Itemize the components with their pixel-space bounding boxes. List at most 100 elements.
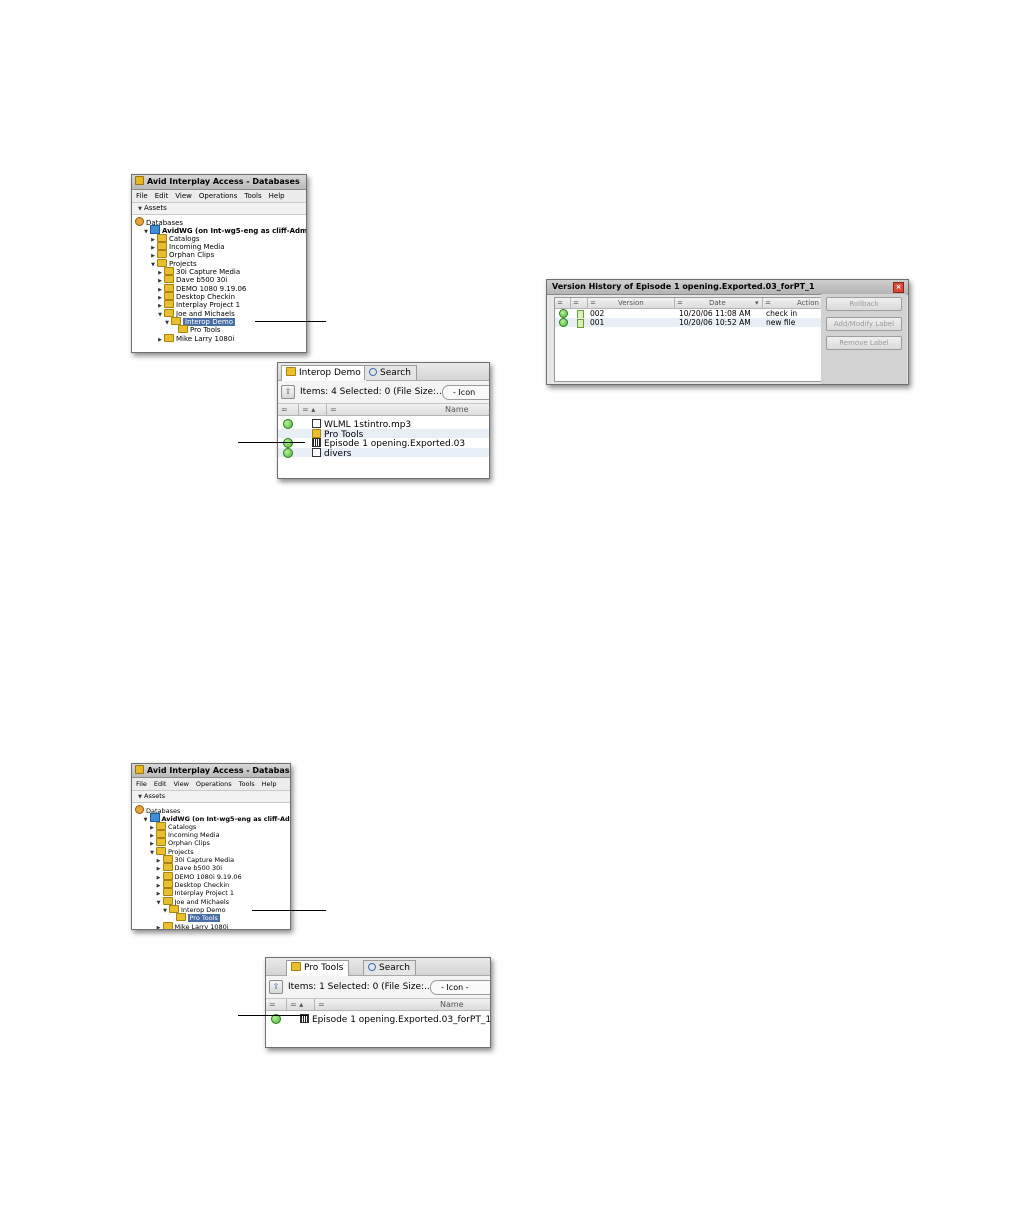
asset-list: Episode 1 opening.Exported.03_forPT_1 [266,1011,490,1025]
asset-row[interactable]: WLML 1stintro.mp3 [278,419,489,430]
menu-operations[interactable]: Operations [196,780,232,788]
databases-window-2: Avid Interplay Access - Databases File Ed… [131,763,291,930]
status-column-header[interactable]: = [555,298,571,308]
menu-view[interactable]: View [175,192,192,200]
asset-name: divers [324,448,352,459]
app-icon [135,176,144,185]
tree-node[interactable]: ▶ 30i Capture Media [132,855,290,864]
version-column-header-cell[interactable]: = Version [588,298,675,308]
audio-file-icon [312,419,321,428]
tree-node[interactable]: ▼AvidWG (on Int-wg5-eng as cliff-Admin) [132,813,290,823]
tree-node[interactable]: ▶ Mike Larry 1080i [132,333,306,344]
folder-icon [164,283,174,292]
tree-node[interactable]: ▶ Catalogs [132,233,306,243]
tab-pro-tools[interactable]: Pro Tools [286,960,350,976]
tree-node[interactable]: ▶ DEMO 1080 9.19.06 [132,283,306,293]
version-history-window: Version History of Episode 1 opening.Exp… [546,279,909,385]
assets-header[interactable]: ▼ Assets [132,791,290,803]
asset-tree: Databases ▼ AvidWG (on Int-wg5-eng as clif… [132,215,306,344]
version-action-cell: check in [766,309,798,318]
tree-node[interactable]: ▼ Joe and Michaels [132,308,306,318]
tree-node[interactable]: ▶ DEMO 1080i 9.19.06 [132,871,290,881]
tree-node[interactable]: ▶ Interplay Project 1 [132,300,306,309]
folder-icon [164,267,174,276]
tree-node[interactable]: ▶ Dave b500 30i [132,275,306,284]
online-status-icon [559,318,568,327]
menu-help[interactable]: Help [262,780,277,788]
version-history-title: Version History of Episode 1 opening.Exp… [552,282,815,291]
online-status-icon [559,309,568,318]
collapsed-arrow-icon[interactable]: ▶ [156,336,164,344]
tab-interop-demo[interactable]: Interop Demo [281,365,367,381]
tree-node[interactable]: Databases [132,217,306,227]
icon-column-header[interactable]: = [571,298,588,308]
remove-label-button[interactable]: Remove Label [826,336,902,350]
status-column-header[interactable]: = [278,404,299,415]
menu-help[interactable]: Help [269,192,285,200]
tab-search[interactable]: Search [363,960,416,975]
tree-node[interactable]: ▼ Projects [132,258,306,268]
up-folder-button[interactable]: ⇧ [269,980,283,994]
window-title: Avid Interplay Access - Databases [147,177,300,186]
window-title-bar[interactable]: Avid Interplay Access - Databases [132,175,306,190]
asset-row[interactable]: Episode 1 opening.Exported.03 [278,438,489,449]
name-column-header[interactable]: = Name [315,999,490,1010]
close-button[interactable]: × [893,282,904,293]
tree-node[interactable]: ▶ 30i Capture Media [132,267,306,276]
tree-node[interactable]: ▶ Dave b500 30i [132,863,290,872]
tree-node[interactable]: Pro Tools [132,325,306,334]
menu-operations[interactable]: Operations [199,192,237,200]
column-header: = = ▴ = Name [278,404,489,416]
tree-node[interactable]: ▶ Orphan Clips [132,838,290,847]
view-mode-select[interactable]: - Icon - [430,980,490,995]
menu-edit[interactable]: Edit [154,780,167,788]
menu-view[interactable]: View [173,780,188,788]
date-column-header-cell[interactable]: = Date ▾ [675,298,763,308]
tree-node[interactable]: ▼ Projects [132,846,290,856]
collapsed-arrow-icon[interactable]: ▶ [155,925,163,929]
folder-icon [175,913,186,922]
version-version-cell: 001 [590,318,605,327]
menu-file[interactable]: File [136,780,147,788]
name-column-header[interactable]: = Name [327,404,489,415]
version-row[interactable]: 002 10/20/06 11:08 AM check in [555,309,822,319]
tree-node[interactable]: ▶ Mike Larry 1080i [132,921,290,929]
folder-icon [162,896,173,905]
tree-node[interactable]: ▶ Catalogs [132,821,290,831]
add-modify-label-button[interactable]: Add/Modify Label [826,317,902,331]
tree-node[interactable]: ▶ Orphan Clips [132,250,306,259]
collapse-arrow-icon: ▼ [138,206,142,212]
menu-tools[interactable]: Tools [239,780,255,788]
item-count: Items: 4 Selected: 0 (File Size:... [300,387,445,397]
type-column-header[interactable]: = ▴ [287,999,315,1010]
online-status-icon [283,438,293,448]
assets-header[interactable]: ▼ Assets [132,203,306,215]
view-mode-select[interactable]: - Icon [442,385,489,400]
tree-node[interactable]: ▼ Joe and Michaels [132,896,290,906]
tree-node[interactable]: ▶ Incoming Media [132,242,306,251]
window-title-bar[interactable]: Avid Interplay Access - Databases [132,764,290,778]
menu-file[interactable]: File [136,192,148,200]
tree-node[interactable]: ▼AvidWG (on Int-wg5-eng as cliff-Admin) [132,225,306,235]
tree-node[interactable]: Databases [132,805,290,815]
version-history-title-bar[interactable]: Version History of Episode 1 opening.Exp… [547,280,908,295]
status-column-header[interactable]: = [266,999,287,1010]
tree-node[interactable]: ▶ Desktop Checkin [132,292,306,301]
rollback-button[interactable]: Rollback [826,297,902,311]
version-row[interactable]: 001 10/20/06 10:52 AM new file [555,318,822,328]
tab-search[interactable]: Search [364,365,417,380]
asset-row[interactable]: divers [278,447,489,459]
asset-row[interactable]: Pro Tools [278,428,489,439]
menu-tools[interactable]: Tools [244,192,261,200]
tree-node[interactable]: ▶ Incoming Media [132,830,290,839]
tree-node[interactable]: Pro Tools [132,913,290,923]
action-column-header-cell[interactable]: = Action [763,298,822,308]
tree-node[interactable]: ▶ Interplay Project 1 [132,888,290,897]
up-folder-button[interactable]: ⇧ [281,385,295,399]
folder-icon [162,921,173,929]
folder-icon [178,325,188,334]
menu-edit[interactable]: Edit [155,192,169,200]
type-column-header[interactable]: = ▴ [299,404,327,415]
tree-node[interactable]: ▶ Desktop Checkin [132,880,290,889]
asset-list: WLML 1stintro.mp3 Pro Tools Episode 1 open… [278,416,489,459]
